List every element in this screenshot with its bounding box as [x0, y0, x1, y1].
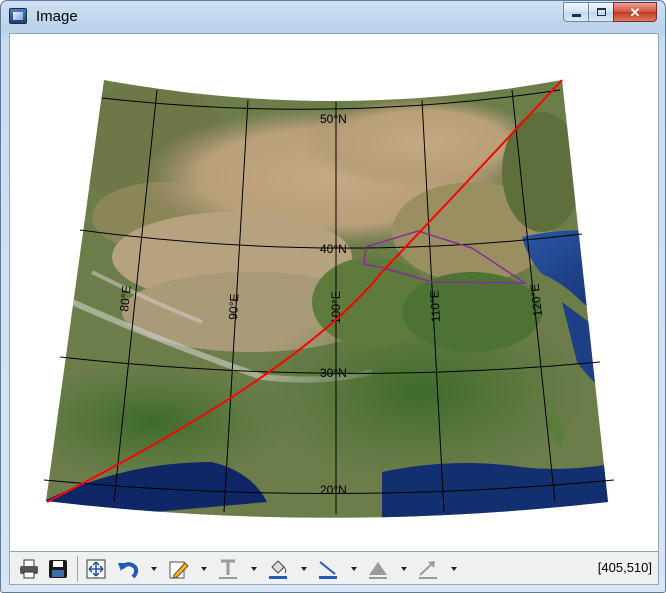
map-view[interactable]: 50°N 40°N 30°N 20°N 80°E 90°E 100°E 110°…	[10, 34, 660, 553]
pencil-icon	[169, 561, 189, 579]
parallel-label-20n: 20°N	[320, 483, 347, 497]
close-button[interactable]: ✕	[613, 2, 657, 22]
undo-icon	[118, 562, 139, 579]
fill-icon	[269, 560, 287, 579]
save-button[interactable]	[47, 558, 69, 580]
parallel-label-40n: 40°N	[320, 242, 347, 256]
line-dropdown-arrow[interactable]	[351, 567, 357, 571]
meridian-label-90e: 90°E	[226, 293, 241, 320]
shape-button[interactable]	[367, 558, 389, 580]
fit-icon	[86, 559, 106, 579]
text-dropdown-arrow[interactable]	[251, 567, 257, 571]
undo-button[interactable]	[116, 558, 140, 580]
image-window: Image ✕ 50°N 40°N 30°N 20°N 80°E 90°E 10…	[0, 0, 666, 593]
image-toolbar: [405,510]	[9, 552, 659, 585]
save-icon	[49, 560, 67, 578]
title-bar[interactable]: Image ✕	[1, 1, 665, 33]
fill-button[interactable]	[267, 558, 289, 580]
draw-dropdown-arrow[interactable]	[201, 567, 207, 571]
close-icon: ✕	[629, 4, 641, 20]
line-button[interactable]	[317, 558, 339, 580]
arrow-dropdown-arrow[interactable]	[451, 567, 457, 571]
cursor-position-readout: [405,510]	[597, 560, 652, 575]
window-title: Image	[36, 8, 78, 25]
shape-dropdown-arrow[interactable]	[401, 567, 407, 571]
print-button[interactable]	[18, 558, 40, 580]
text-icon	[219, 559, 237, 579]
draw-button[interactable]	[167, 558, 189, 580]
maximize-icon	[596, 8, 606, 16]
shape-icon	[369, 562, 387, 579]
meridian-label-110e: 110°E	[427, 290, 443, 323]
arrow-icon	[419, 561, 437, 579]
undo-dropdown-arrow[interactable]	[151, 567, 157, 571]
caption-buttons: ✕	[563, 2, 657, 22]
minimize-button[interactable]	[563, 2, 589, 22]
maximize-button[interactable]	[588, 2, 614, 22]
meridian-label-80e: 80°E	[117, 285, 134, 312]
toolbar-separator	[77, 556, 78, 582]
parallel-label-30n: 30°N	[320, 366, 347, 380]
app-icon[interactable]	[9, 8, 27, 24]
line-icon	[319, 561, 337, 579]
arrow-button[interactable]	[417, 558, 439, 580]
minimize-icon	[571, 13, 581, 17]
fit-button[interactable]	[85, 558, 107, 580]
parallel-label-50n: 50°N	[320, 112, 347, 126]
fill-dropdown-arrow[interactable]	[301, 567, 307, 571]
text-button[interactable]	[217, 558, 239, 580]
print-icon	[20, 559, 38, 579]
image-canvas[interactable]: 50°N 40°N 30°N 20°N 80°E 90°E 100°E 110°…	[9, 33, 659, 552]
